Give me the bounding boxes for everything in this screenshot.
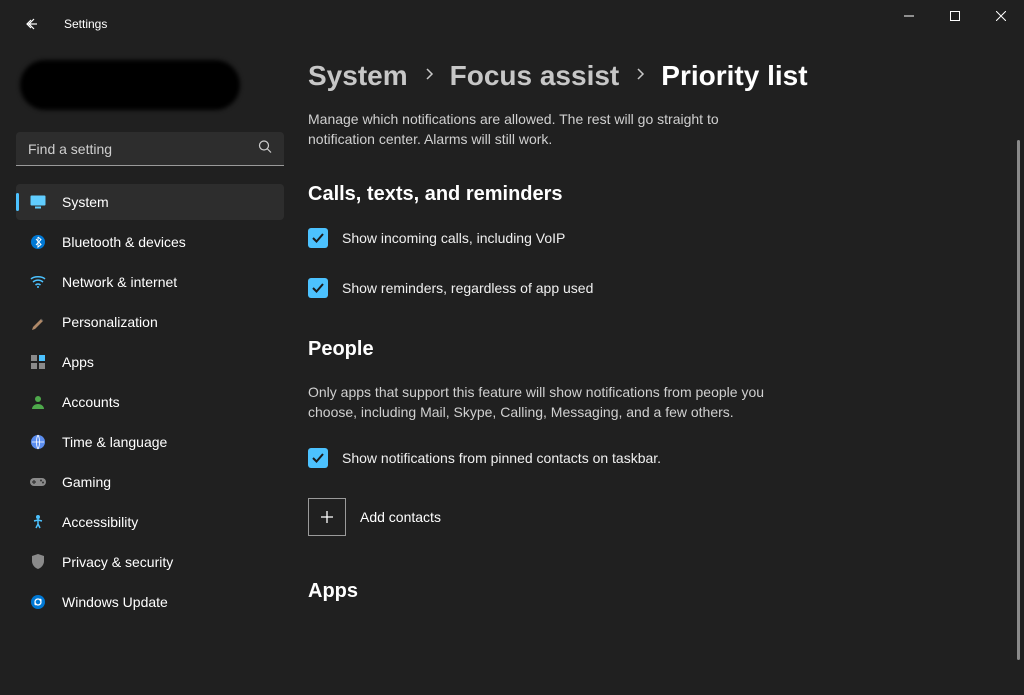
sidebar-item-network[interactable]: Network & internet — [16, 264, 284, 300]
section-people-heading: People — [308, 338, 964, 361]
add-contacts-button[interactable]: Add contacts — [308, 498, 964, 536]
windows-update-icon — [28, 592, 48, 612]
checkmark-icon — [308, 278, 328, 298]
people-description: Only apps that support this feature will… — [308, 383, 768, 422]
nav-list: System Bluetooth & devices Network & int… — [16, 184, 284, 620]
minimize-button[interactable] — [886, 0, 932, 32]
accessibility-icon — [28, 512, 48, 532]
scrollbar-thumb[interactable] — [1017, 140, 1020, 660]
sidebar-item-label: Accessibility — [62, 514, 138, 530]
search-box — [16, 132, 284, 166]
sidebar-item-accessibility[interactable]: Accessibility — [16, 504, 284, 540]
sidebar-item-label: System — [62, 194, 109, 210]
checkmark-icon — [308, 448, 328, 468]
breadcrumb: System Focus assist Priority list — [308, 60, 964, 92]
sidebar-item-label: Apps — [62, 354, 94, 370]
back-button[interactable] — [16, 8, 48, 40]
sidebar-item-windows-update[interactable]: Windows Update — [16, 584, 284, 620]
sidebar-item-label: Personalization — [62, 314, 158, 330]
checkbox-label: Show reminders, regardless of app used — [342, 280, 593, 296]
breadcrumb-system[interactable]: System — [308, 60, 408, 92]
sidebar-item-bluetooth[interactable]: Bluetooth & devices — [16, 224, 284, 260]
sidebar-item-label: Time & language — [62, 434, 167, 450]
add-contacts-label: Add contacts — [360, 509, 441, 525]
window-title: Settings — [64, 17, 107, 31]
sidebar-item-label: Gaming — [62, 474, 111, 490]
bluetooth-icon — [28, 232, 48, 252]
accounts-icon — [28, 392, 48, 412]
checkbox-incoming-calls[interactable]: Show incoming calls, including VoIP — [308, 228, 964, 248]
sidebar-item-label: Windows Update — [62, 594, 168, 610]
plus-icon — [308, 498, 346, 536]
sidebar: System Bluetooth & devices Network & int… — [0, 48, 300, 695]
main-content: System Focus assist Priority list Manage… — [300, 48, 1024, 695]
checkbox-reminders[interactable]: Show reminders, regardless of app used — [308, 278, 964, 298]
checkbox-label: Show notifications from pinned contacts … — [342, 450, 661, 466]
apps-icon — [28, 352, 48, 372]
page-description: Manage which notifications are allowed. … — [308, 110, 748, 149]
breadcrumb-focus-assist[interactable]: Focus assist — [450, 60, 620, 92]
window-controls — [886, 0, 1024, 40]
system-icon — [28, 192, 48, 212]
checkbox-pinned-contacts[interactable]: Show notifications from pinned contacts … — [308, 448, 964, 468]
titlebar: Settings — [0, 0, 1024, 48]
sidebar-item-personalization[interactable]: Personalization — [16, 304, 284, 340]
time-language-icon — [28, 432, 48, 452]
chevron-right-icon — [424, 67, 434, 86]
sidebar-item-label: Privacy & security — [62, 554, 173, 570]
profile-redacted — [20, 60, 240, 110]
sidebar-item-label: Accounts — [62, 394, 120, 410]
personalization-icon — [28, 312, 48, 332]
checkmark-icon — [308, 228, 328, 248]
sidebar-item-label: Network & internet — [62, 274, 177, 290]
chevron-right-icon — [635, 67, 645, 86]
sidebar-item-apps[interactable]: Apps — [16, 344, 284, 380]
profile-area[interactable] — [16, 56, 284, 120]
maximize-button[interactable] — [932, 0, 978, 32]
sidebar-item-privacy[interactable]: Privacy & security — [16, 544, 284, 580]
close-button[interactable] — [978, 0, 1024, 32]
section-apps-heading: Apps — [308, 580, 964, 603]
search-icon — [258, 140, 272, 159]
sidebar-item-time-language[interactable]: Time & language — [16, 424, 284, 460]
privacy-icon — [28, 552, 48, 572]
sidebar-item-accounts[interactable]: Accounts — [16, 384, 284, 420]
gaming-icon — [28, 472, 48, 492]
sidebar-item-gaming[interactable]: Gaming — [16, 464, 284, 500]
section-calls-heading: Calls, texts, and reminders — [308, 183, 964, 206]
network-icon — [28, 272, 48, 292]
sidebar-item-system[interactable]: System — [16, 184, 284, 220]
checkbox-label: Show incoming calls, including VoIP — [342, 230, 565, 246]
search-input[interactable] — [16, 132, 284, 166]
breadcrumb-current: Priority list — [661, 60, 807, 92]
sidebar-item-label: Bluetooth & devices — [62, 234, 186, 250]
